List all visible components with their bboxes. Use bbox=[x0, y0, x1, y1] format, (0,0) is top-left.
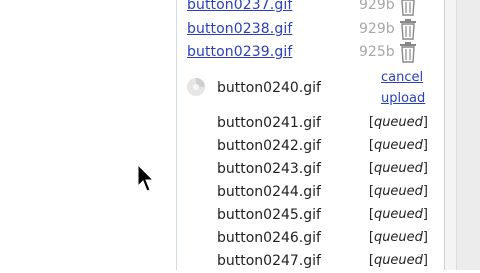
spinner-icon bbox=[187, 78, 205, 96]
file-size: 925b bbox=[359, 44, 395, 60]
queued-file-name: button0247.gif bbox=[217, 253, 321, 269]
completed-row: button0238.gif 929b bbox=[187, 19, 427, 41]
file-size: 929b bbox=[359, 21, 395, 37]
window-edge bbox=[457, 0, 480, 270]
upload-link[interactable]: upload bbox=[381, 91, 425, 106]
queued-file-name: button0245.gif bbox=[217, 207, 321, 223]
completed-row: button0239.gif 925b bbox=[187, 42, 427, 64]
queued-row: button0241.gif [queued] bbox=[217, 115, 432, 135]
queue-status: [queued] bbox=[368, 253, 428, 268]
queue-status: [queued] bbox=[368, 161, 428, 176]
file-link[interactable]: button0239.gif bbox=[187, 44, 292, 60]
mouse-cursor-icon bbox=[137, 164, 155, 192]
queued-file-name: button0246.gif bbox=[217, 230, 321, 246]
queue-status: [queued] bbox=[368, 138, 428, 153]
trash-icon[interactable] bbox=[398, 42, 418, 63]
queued-row: button0242.gif [queued] bbox=[217, 138, 432, 158]
completed-row: button0237.gif 929b bbox=[187, 0, 427, 17]
trash-icon[interactable] bbox=[398, 19, 418, 40]
current-file-name: button0240.gif bbox=[217, 80, 321, 96]
queued-file-name: button0244.gif bbox=[217, 184, 321, 200]
queue-status: [queued] bbox=[368, 230, 428, 245]
queued-row: button0245.gif [queued] bbox=[217, 207, 432, 227]
queued-row: button0244.gif [queued] bbox=[217, 184, 432, 204]
queued-row: button0246.gif [queued] bbox=[217, 230, 432, 250]
cancel-link[interactable]: cancel bbox=[381, 70, 423, 85]
trash-icon[interactable] bbox=[398, 0, 418, 16]
queued-row: button0243.gif [queued] bbox=[217, 161, 432, 181]
queue-status: [queued] bbox=[368, 115, 428, 130]
file-link[interactable]: button0238.gif bbox=[187, 21, 292, 37]
queue-status: [queued] bbox=[368, 207, 428, 222]
file-link[interactable]: button0237.gif bbox=[187, 0, 292, 13]
file-size: 929b bbox=[359, 0, 395, 13]
queued-row: button0247.gif [queued] bbox=[217, 253, 432, 273]
queued-file-name: button0243.gif bbox=[217, 161, 321, 177]
queued-file-name: button0241.gif bbox=[217, 115, 321, 131]
queued-file-name: button0242.gif bbox=[217, 138, 321, 154]
scrollbar[interactable] bbox=[445, 0, 457, 270]
queue-status: [queued] bbox=[368, 184, 428, 199]
